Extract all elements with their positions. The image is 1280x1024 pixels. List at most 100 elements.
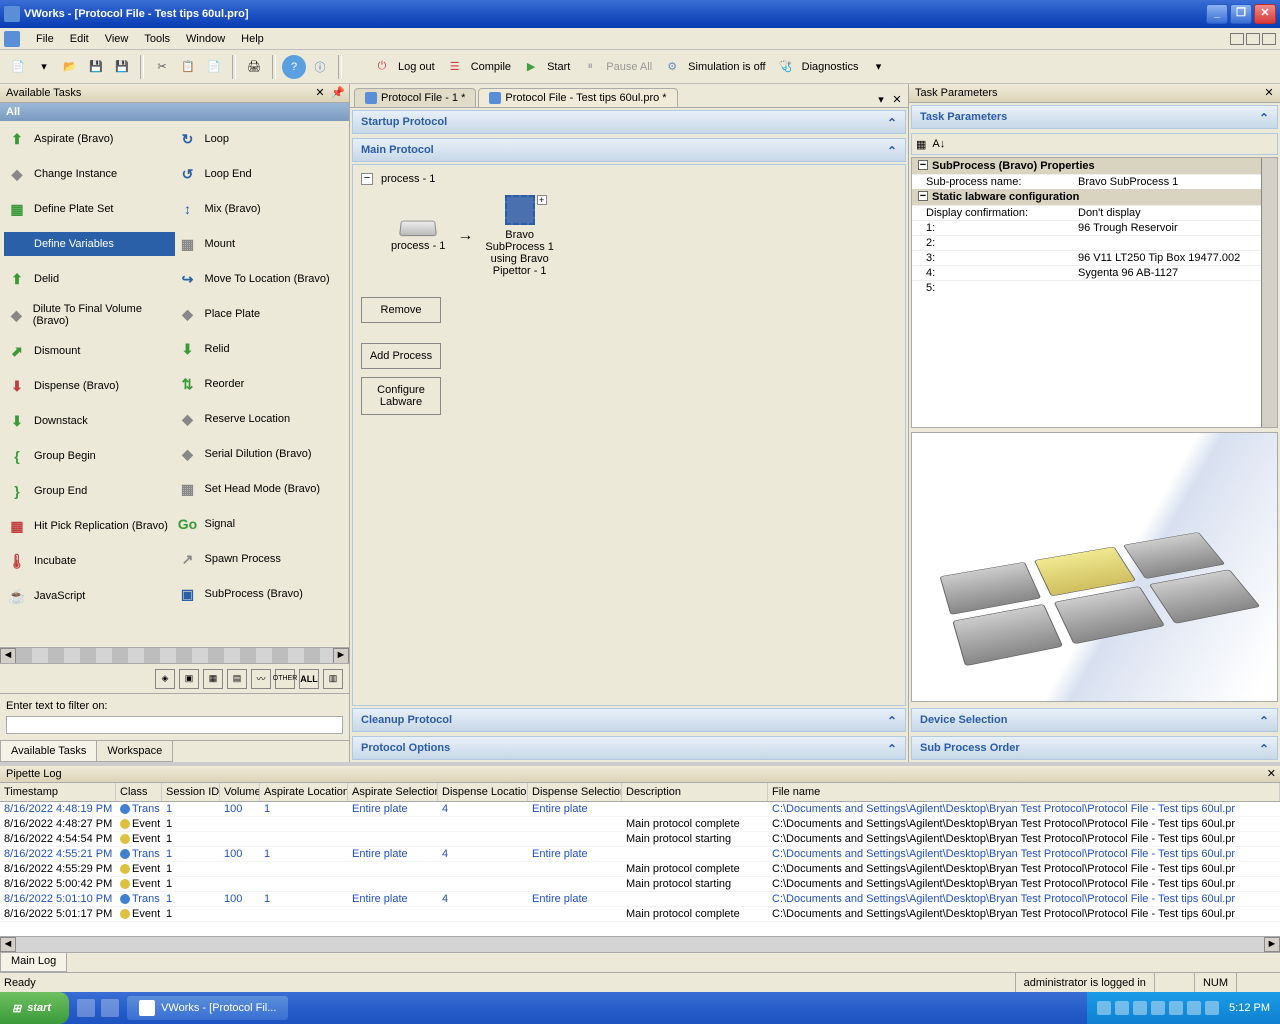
task-item[interactable]: ⬆Aspirate (Bravo) — [4, 127, 175, 151]
about-icon[interactable]: ⓘ — [308, 55, 332, 79]
task-item[interactable]: {Group Begin — [4, 444, 175, 468]
logout-icon[interactable]: ⏻ — [370, 55, 394, 79]
save-all-icon[interactable]: 💾 — [110, 55, 134, 79]
compile-icon[interactable]: ☰ — [443, 55, 467, 79]
task-item[interactable]: =χDefine Variables — [4, 232, 175, 256]
tray-icon[interactable] — [1133, 1001, 1147, 1015]
task-item[interactable]: ↕Mix (Bravo) — [175, 197, 346, 221]
filter-icon-1[interactable]: ◈ — [155, 669, 175, 689]
simulation-button[interactable]: Simulation is off — [686, 61, 771, 73]
minimize-button[interactable]: _ — [1206, 4, 1228, 24]
main-protocol-header[interactable]: Main Protocol⌃ — [352, 138, 906, 162]
log-column-header[interactable]: Aspirate Selection — [348, 783, 438, 801]
task-item[interactable]: ↪Move To Location (Bravo) — [175, 267, 346, 291]
task-parameters-section[interactable]: Task Parameters⌃ — [911, 105, 1278, 129]
tab-main-log[interactable]: Main Log — [0, 953, 67, 972]
tray-icon[interactable] — [1097, 1001, 1111, 1015]
start-button[interactable]: ⊞start — [0, 992, 69, 1024]
system-tray[interactable]: 5:12 PM — [1087, 992, 1280, 1024]
start-icon[interactable]: ▶ — [519, 55, 543, 79]
task-item[interactable]: ▦Hit Pick Replication (Bravo) — [4, 514, 175, 538]
sort-icon[interactable]: A↓ — [932, 138, 945, 150]
log-grid[interactable]: TimestampClassSession IDVolumeAspirate L… — [0, 783, 1280, 936]
property-row[interactable]: 5: — [912, 280, 1277, 295]
diagnostics-icon[interactable]: 🩺 — [774, 55, 798, 79]
logout-button[interactable]: Log out — [396, 61, 441, 73]
taskbar-app-button[interactable]: VWorks - [Protocol Fil... — [127, 996, 288, 1020]
all-category-header[interactable]: All — [0, 103, 349, 121]
task-list-scrollbar[interactable]: ◄► — [0, 647, 349, 663]
log-column-header[interactable]: Class — [116, 783, 162, 801]
tray-icon[interactable] — [1169, 1001, 1183, 1015]
tab-workspace[interactable]: Workspace — [96, 741, 173, 762]
protocol-options-header[interactable]: Protocol Options⌃ — [352, 736, 906, 760]
task-item[interactable]: GoSignal — [175, 512, 346, 536]
filter-icon-5[interactable]: 〰 — [251, 669, 271, 689]
new-dropdown-icon[interactable]: ▾ — [32, 55, 56, 79]
tab-dropdown-icon[interactable]: ▾ — [874, 93, 888, 107]
log-row[interactable]: 8/16/2022 4:55:29 PMEvent1Main protocol … — [0, 862, 1280, 877]
menu-view[interactable]: View — [97, 31, 137, 47]
filter-icon-3[interactable]: ▦ — [203, 669, 223, 689]
property-row[interactable]: Sub-process name:Bravo SubProcess 1 — [912, 174, 1277, 189]
log-row[interactable]: 8/16/2022 5:00:42 PMEvent1Main protocol … — [0, 877, 1280, 892]
log-scroll-left[interactable]: ◄ — [0, 937, 16, 952]
log-column-header[interactable]: Volume — [220, 783, 260, 801]
log-row[interactable]: 8/16/2022 4:55:21 PMTrans11001Entire pla… — [0, 847, 1280, 862]
filter-icon-2[interactable]: ▣ — [179, 669, 199, 689]
property-grid[interactable]: −SubProcess (Bravo) PropertiesSub-proces… — [911, 157, 1278, 428]
log-scroll-right[interactable]: ► — [1264, 937, 1280, 952]
log-column-header[interactable]: Description — [622, 783, 768, 801]
task-item[interactable]: ▦Mount — [175, 232, 346, 256]
filter-icon-4[interactable]: ▤ — [227, 669, 247, 689]
task-item[interactable]: ☕JavaScript — [4, 584, 175, 608]
menu-help[interactable]: Help — [233, 31, 272, 47]
log-row[interactable]: 8/16/2022 4:54:54 PMEvent1Main protocol … — [0, 832, 1280, 847]
categorize-icon[interactable]: ▦ — [916, 138, 926, 151]
device-selection-header[interactable]: Device Selection⌃ — [911, 708, 1278, 732]
clock[interactable]: 5:12 PM — [1229, 1002, 1270, 1014]
property-row[interactable]: 1:96 Trough Reservoir — [912, 220, 1277, 235]
task-item[interactable]: ◆Serial Dilution (Bravo) — [175, 442, 346, 466]
property-scrollbar[interactable] — [1261, 158, 1277, 427]
task-item[interactable]: ⬇Downstack — [4, 409, 175, 433]
remove-button[interactable]: Remove — [361, 297, 441, 323]
cut-icon[interactable]: ✂ — [150, 55, 174, 79]
filter-other-button[interactable]: OTHER — [275, 669, 295, 689]
log-row[interactable]: 8/16/2022 5:01:10 PMTrans11001Entire pla… — [0, 892, 1280, 907]
quick-launch-icon[interactable] — [77, 999, 95, 1017]
task-item[interactable]: ▦Set Head Mode (Bravo) — [175, 477, 346, 501]
log-row[interactable]: 8/16/2022 4:48:27 PMEvent1Main protocol … — [0, 817, 1280, 832]
mdi-close-button[interactable] — [1262, 33, 1276, 45]
tray-icon[interactable] — [1115, 1001, 1129, 1015]
menu-edit[interactable]: Edit — [62, 31, 97, 47]
pane-close-icon[interactable]: ✕ — [313, 86, 327, 100]
log-column-header[interactable]: Timestamp — [0, 783, 116, 801]
task-item[interactable]: 🌡Incubate — [4, 549, 175, 573]
paste-icon[interactable]: 📄 — [202, 55, 226, 79]
tray-icon[interactable] — [1205, 1001, 1219, 1015]
mdi-minimize-button[interactable] — [1230, 33, 1244, 45]
quick-launch-icon[interactable] — [101, 999, 119, 1017]
property-row[interactable]: Display confirmation:Don't display — [912, 205, 1277, 220]
task-item[interactable]: ⬇Dispense (Bravo) — [4, 374, 175, 398]
save-icon[interactable]: 💾 — [84, 55, 108, 79]
tray-icon[interactable] — [1151, 1001, 1165, 1015]
task-item[interactable]: ◆Place Plate — [175, 302, 346, 326]
log-column-header[interactable]: Session ID — [162, 783, 220, 801]
cleanup-protocol-header[interactable]: Cleanup Protocol⌃ — [352, 708, 906, 732]
menu-file[interactable]: File — [28, 31, 62, 47]
document-tab-2[interactable]: Protocol File - Test tips 60ul.pro * — [478, 88, 677, 107]
property-row[interactable]: 3:96 V11 LT250 Tip Box 19477.002 — [912, 250, 1277, 265]
task-item[interactable]: ↗Spawn Process — [175, 547, 346, 571]
help-icon[interactable]: ? — [282, 55, 306, 79]
tab-close-icon[interactable]: ✕ — [890, 93, 904, 107]
task-item[interactable]: ⬇Relid — [175, 337, 346, 361]
mdi-restore-button[interactable] — [1246, 33, 1260, 45]
property-group[interactable]: −Static labware configuration — [912, 189, 1277, 205]
task-item[interactable]: }Group End — [4, 479, 175, 503]
startup-protocol-header[interactable]: Startup Protocol⌃ — [352, 110, 906, 134]
property-row[interactable]: 4:Sygenta 96 AB-1127 — [912, 265, 1277, 280]
diagnostics-button[interactable]: Diagnostics — [800, 61, 865, 73]
log-column-header[interactable]: File name — [768, 783, 1280, 801]
